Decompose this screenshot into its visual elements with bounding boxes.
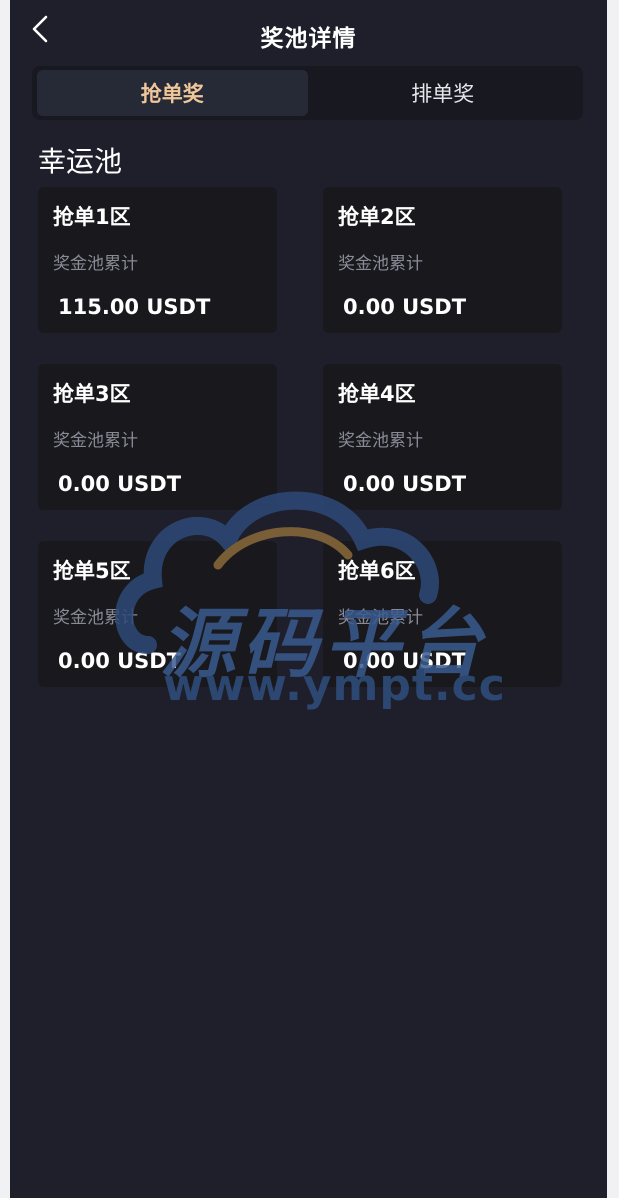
pool-card-label: 奖金池累计 [338, 431, 423, 451]
header: 奖池详情 [10, 0, 607, 66]
pool-card[interactable]: 抢单2区 奖金池累计 0.00 USDT [323, 187, 562, 333]
pool-card-label: 奖金池累计 [53, 608, 138, 628]
pool-card-title: 抢单2区 [338, 205, 416, 229]
pool-card-title: 抢单5区 [53, 559, 131, 583]
pool-card[interactable]: 抢单6区 奖金池累计 0.00 USDT [323, 541, 562, 687]
pool-card-title: 抢单4区 [338, 382, 416, 406]
pool-card[interactable]: 抢单5区 奖金池累计 0.00 USDT [38, 541, 277, 687]
pool-card-title: 抢单3区 [53, 382, 131, 406]
pool-card-value: 0.00 USDT [343, 649, 467, 673]
pool-card-label: 奖金池累计 [53, 431, 138, 451]
pool-card-label: 奖金池累计 [338, 608, 423, 628]
pool-card-value: 0.00 USDT [58, 472, 182, 496]
pool-card[interactable]: 抢单3区 奖金池累计 0.00 USDT [38, 364, 277, 510]
tab-grab-order-reward[interactable]: 抢单奖 [37, 70, 308, 116]
pool-card-title: 抢单1区 [53, 205, 131, 229]
pool-card-label: 奖金池累计 [338, 254, 423, 274]
pool-card-label: 奖金池累计 [53, 254, 138, 274]
pool-card[interactable]: 抢单1区 奖金池累计 115.00 USDT [38, 187, 277, 333]
pool-card-value: 0.00 USDT [343, 472, 467, 496]
pool-card-title: 抢单6区 [338, 559, 416, 583]
app-screen: 奖池详情 抢单奖 排单奖 幸运池 抢单1区 奖金池累计 115.00 USDT … [10, 0, 607, 1198]
pool-card-value: 0.00 USDT [343, 295, 467, 319]
tab-bar: 抢单奖 排单奖 [32, 66, 583, 120]
pool-card[interactable]: 抢单4区 奖金池累计 0.00 USDT [323, 364, 562, 510]
pool-card-value: 0.00 USDT [58, 649, 182, 673]
section-title: 幸运池 [38, 145, 123, 178]
page-title: 奖池详情 [260, 26, 357, 52]
pool-card-value: 115.00 USDT [58, 295, 211, 319]
tab-queue-order-reward[interactable]: 排单奖 [308, 70, 579, 116]
